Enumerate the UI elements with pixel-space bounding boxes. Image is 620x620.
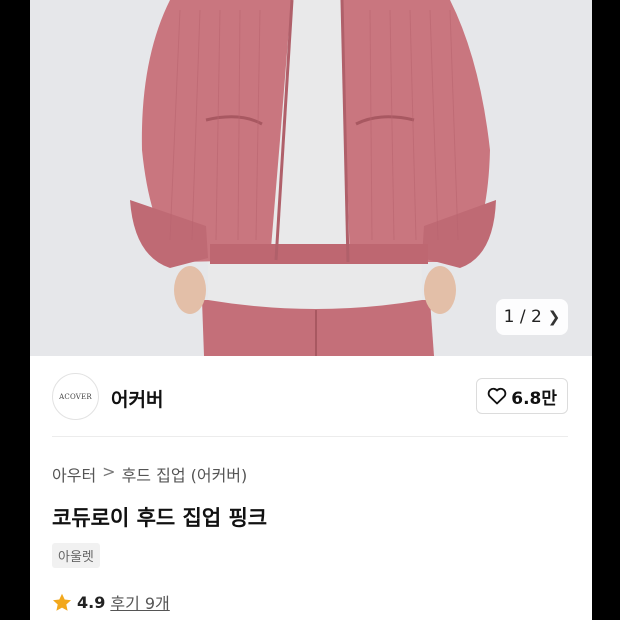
brand-name[interactable]: 어커버	[111, 385, 163, 412]
breadcrumb: 아우터 > 후드 집업 (어커버)	[52, 462, 247, 486]
image-counter-button[interactable]: 1 / 2 ❯	[496, 299, 568, 335]
left-black-bar	[0, 0, 30, 620]
chevron-right-icon: ❯	[547, 308, 561, 326]
star-icon	[53, 593, 71, 611]
brand-logo[interactable]: ACOVER	[52, 373, 99, 420]
rating-score: 4.9	[77, 592, 106, 612]
breadcrumb-item-subcategory[interactable]: 후드 집업 (어커버)	[122, 462, 248, 486]
product-image[interactable]: 1 / 2 ❯	[30, 0, 592, 356]
product-title: 코듀로이 후드 집업 핑크	[52, 506, 268, 530]
reviews-link[interactable]: 후기 9개	[110, 590, 169, 614]
like-button[interactable]: 6.8만	[476, 378, 568, 414]
breadcrumb-item-category[interactable]: 아우터	[52, 462, 96, 486]
divider	[52, 436, 568, 437]
heart-outline-icon	[487, 387, 507, 405]
product-screen: 1 / 2 ❯ ACOVER 어커버 6.8만 아우터 > 후드 집업 (어커버…	[30, 0, 592, 620]
right-black-bar	[592, 0, 620, 620]
image-counter-text: 1 / 2	[503, 307, 542, 327]
brand-row: ACOVER 어커버 6.8만	[30, 356, 592, 436]
breadcrumb-separator: >	[102, 462, 116, 481]
outlet-tag: 아울렛	[52, 543, 100, 568]
brand-logo-text: ACOVER	[59, 392, 92, 401]
rating-row: 4.9 후기 9개	[52, 590, 170, 614]
like-count: 6.8만	[511, 388, 557, 409]
